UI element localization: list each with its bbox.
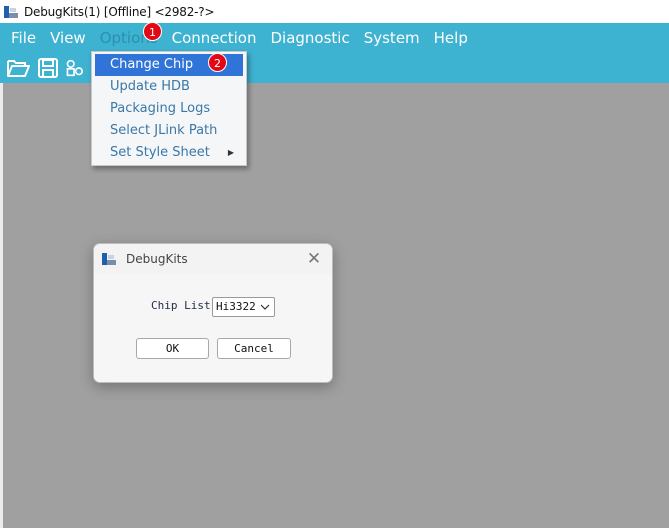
ok-button[interactable]: OK (136, 338, 209, 359)
menu-item-set-style-sheet[interactable]: Set Style Sheet ▶ (92, 142, 246, 164)
dialog-titlebar: DebugKits ✕ (94, 244, 332, 274)
connect-icon (66, 59, 83, 77)
window-title: DebugKits(1) [Offline] <2982-?> (24, 4, 215, 19)
save-icon (38, 58, 58, 78)
window-titlebar: DebugKits(1) [Offline] <2982-?> (0, 0, 669, 23)
menu-diagnostic[interactable]: Diagnostic (263, 23, 356, 53)
menu-item-packaging-logs[interactable]: Packaging Logs (92, 98, 246, 120)
menu-file[interactable]: File (4, 23, 43, 53)
menu-system[interactable]: System (357, 23, 427, 53)
chevron-right-icon: ▶ (227, 148, 234, 157)
menu-view[interactable]: View (43, 23, 93, 53)
debugkits-logo-icon (4, 5, 18, 18)
dialog-body: Chip List Hi3322 OK Cancel (94, 274, 332, 382)
dialog-title: DebugKits (126, 252, 188, 266)
change-chip-dialog: DebugKits ✕ Chip List Hi3322 OK Cancel (93, 243, 333, 383)
menu-item-set-style-sheet-label: Set Style Sheet (110, 145, 210, 160)
chip-list-label: Chip List (151, 299, 211, 312)
chevron-down-icon (260, 304, 270, 310)
save-button[interactable] (35, 55, 61, 81)
cancel-button[interactable]: Cancel (217, 338, 291, 359)
debugkits-logo-icon (102, 253, 116, 265)
open-folder-icon (7, 60, 30, 77)
menu-item-select-jlink-path[interactable]: Select JLink Path (92, 120, 246, 142)
menu-item-update-hdb[interactable]: Update HDB (92, 76, 246, 98)
connect-button[interactable] (65, 55, 83, 81)
menu-help[interactable]: Help (427, 23, 475, 53)
menubar: File View Options Connection Diagnostic … (0, 23, 669, 53)
open-folder-button[interactable] (5, 55, 31, 81)
step-badge-2: 2 (208, 53, 227, 72)
chip-list-select[interactable]: Hi3322 (212, 297, 275, 317)
close-icon[interactable]: ✕ (304, 249, 324, 269)
chip-list-value: Hi3322 (216, 300, 256, 313)
step-badge-1: 1 (143, 22, 162, 41)
menu-connection[interactable]: Connection (165, 23, 264, 53)
